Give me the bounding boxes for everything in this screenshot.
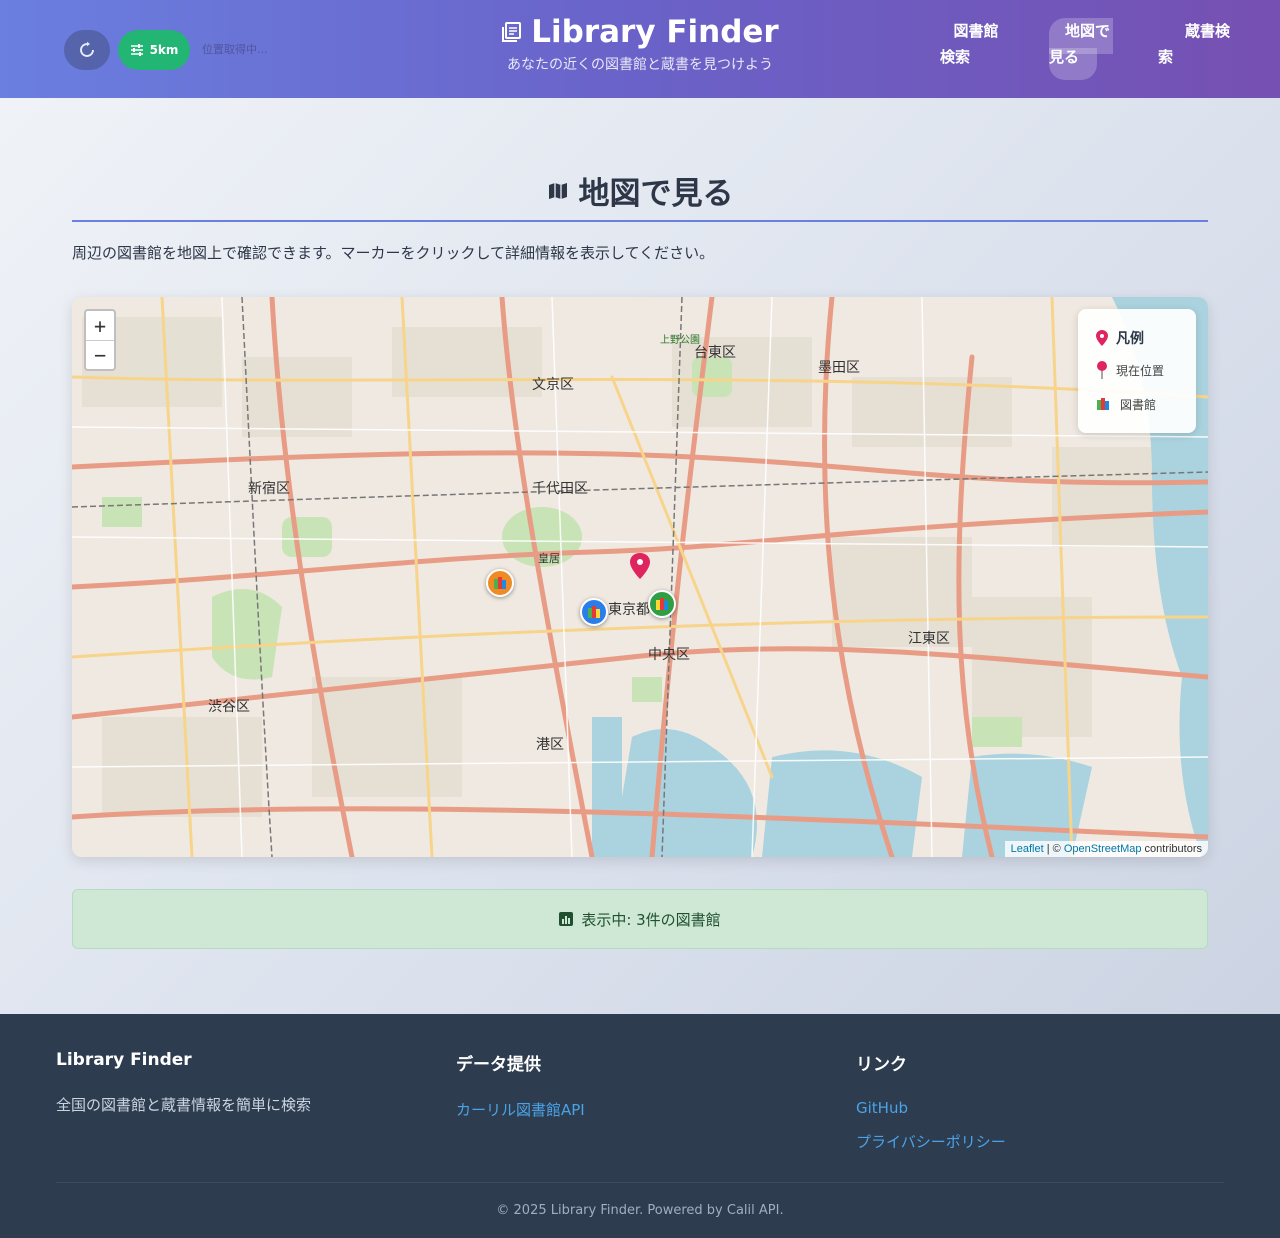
map-attribution: Leaflet | © OpenStreetMap contributors (1004, 841, 1208, 857)
results-status-text: 表示中: 3件の図書館 (581, 910, 721, 929)
library-marker-3[interactable] (648, 590, 676, 618)
attribution-suffix: contributors (1141, 843, 1202, 855)
footer: Library Finder 全国の図書館と蔵書情報を簡単に検索 データ提供 カ… (0, 1014, 1280, 1238)
footer-about: Library Finder 全国の図書館と蔵書情報を簡単に検索 (56, 1050, 311, 1115)
zoom-control: + − (84, 309, 116, 371)
map-label-koto: 江東区 (908, 630, 950, 646)
books-icon (1097, 398, 1109, 410)
legend-current: 現在位置 (1116, 363, 1165, 378)
nav-map-view-line2: 見る (1049, 48, 1080, 66)
footer-data: データ提供 カーリル図書館API (456, 1050, 585, 1134)
nav-book-search[interactable]: 蔵書検 索 (1158, 18, 1230, 70)
results-status: 表示中: 3件の図書館 (72, 889, 1208, 949)
library-marker-1[interactable] (486, 569, 514, 597)
nav-map-view-line1: 地図で (1065, 22, 1111, 40)
page-title-text: 地図で見る (578, 176, 734, 212)
library-marker-2[interactable] (580, 598, 608, 626)
leaflet-link[interactable]: Leaflet (1011, 843, 1044, 855)
map-label-chuo: 中央区 (648, 646, 690, 662)
zoom-out-button[interactable]: − (86, 340, 114, 369)
map-icon (548, 182, 567, 199)
attribution-separator: | © (1043, 843, 1064, 855)
footer-divider (56, 1182, 1224, 1183)
title-divider (72, 220, 1208, 222)
footer-data-title: データ提供 (456, 1055, 541, 1075)
pin-icon (1096, 330, 1108, 346)
footer-about-text: 全国の図書館と蔵書情報を簡単に検索 (56, 1096, 312, 1114)
map-label-minato: 港区 (536, 736, 564, 752)
current-location-icon (1097, 361, 1107, 379)
footer-links-title: リンク (856, 1055, 907, 1075)
map-label-sumida: 墨田区 (818, 359, 860, 375)
calil-api-link[interactable]: カーリル図書館API (456, 1099, 585, 1120)
footer-about-title: Library Finder (56, 1050, 192, 1070)
legend-title: 凡例 (1116, 331, 1144, 347)
map-label-ueno-park: 上野公園 (660, 334, 700, 346)
nav-book-search-line2: 索 (1158, 48, 1174, 66)
nav-book-search-line1: 蔵書検 (1184, 22, 1230, 40)
books-icon (494, 577, 506, 589)
map-label-chiyoda: 千代田区 (532, 480, 588, 496)
nav-map-view[interactable]: 地図で 見る (1049, 18, 1113, 80)
map-label-kokyo: 皇居 (538, 551, 560, 565)
osm-link[interactable]: OpenStreetMap (1064, 843, 1142, 855)
library-icon (502, 22, 522, 42)
legend-library: 図書館 (1120, 397, 1157, 412)
books-icon (588, 606, 600, 618)
map-container[interactable]: 文京区 台東区 墨田区 新宿区 千代田区 皇居 東京都 中央区 江東区 港区 渋… (72, 297, 1208, 857)
map-legend: 凡例 現在位置 図書館 (1078, 309, 1196, 433)
map-tiles[interactable]: 文京区 台東区 墨田区 新宿区 千代田区 皇居 東京都 中央区 江東区 港区 渋… (72, 297, 1208, 857)
copyright: © 2025 Library Finder. Powered by Calil … (496, 1203, 784, 1218)
page-title: 地図で見る (72, 168, 1208, 213)
github-link[interactable]: GitHub (856, 1099, 1006, 1117)
footer-links: リンク GitHub プライバシーポリシー (856, 1050, 1006, 1166)
map-label-shinjuku: 新宿区 (248, 480, 290, 496)
zoom-in-button[interactable]: + (86, 311, 114, 340)
books-icon (656, 598, 668, 610)
privacy-policy-link[interactable]: プライバシーポリシー (856, 1131, 1006, 1152)
nav-library-search-line1: 図書館 (953, 22, 999, 40)
intro-text: 周辺の図書館を地図上で確認できます。マーカーをクリックして詳細情報を表示してくだ… (72, 244, 715, 262)
map-label-tokyo: 東京都 (608, 601, 650, 617)
nav-library-search-line2: 検索 (940, 48, 971, 66)
nav-library-search[interactable]: 図書館 検索 (940, 18, 1012, 70)
map-label-taito: 台東区 (694, 344, 736, 360)
header: 5km 位置取得中... Library Finder あなたの近くの図書館と蔵… (0, 0, 1280, 98)
map-label-shibuya: 渋谷区 (208, 698, 250, 714)
map-label-bunkyo: 文京区 (532, 376, 574, 392)
chart-icon (559, 912, 574, 926)
app-title: Library Finder (531, 14, 779, 50)
